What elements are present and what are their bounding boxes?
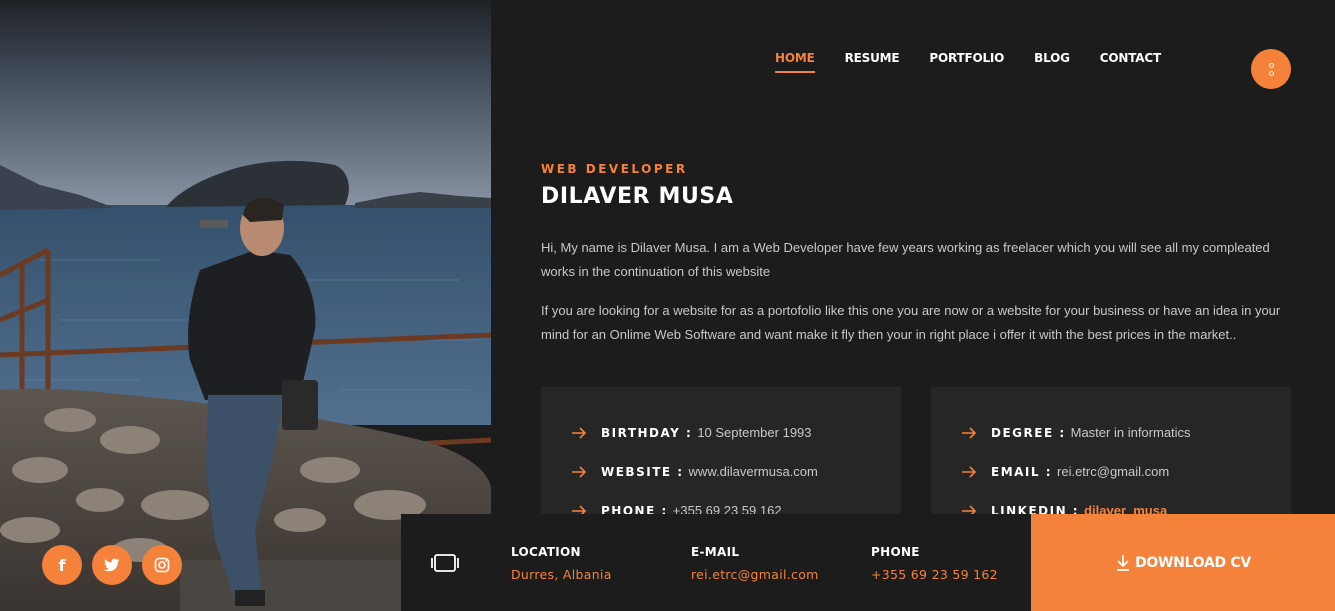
hero-subtitle: WEB DEVELOPER	[541, 162, 688, 176]
location-label: LOCATION	[511, 545, 581, 559]
info-key: DEGREE :	[991, 425, 1066, 440]
instagram-button[interactable]	[142, 545, 182, 585]
phone-value[interactable]: +355 69 23 59 162	[871, 567, 998, 582]
education-info-box: DEGREE : Master in informatics EMAIL : r…	[931, 387, 1291, 527]
info-row-website: WEBSITE : www.dilavermusa.com	[571, 452, 901, 491]
info-row-email: EMAIL : rei.etrc@gmail.com	[961, 452, 1291, 491]
arrow-right-icon	[572, 426, 587, 439]
arrow-right-icon	[962, 426, 977, 439]
info-key: BIRTHDAY :	[601, 425, 693, 440]
download-label: DOWNLOAD CV	[1135, 554, 1251, 571]
location-value: Durres, Albania	[511, 567, 612, 582]
nav-portfolio[interactable]: PORTFOLIO	[929, 51, 1004, 73]
hero-name: DILAVER MUSA	[541, 184, 734, 209]
email-link[interactable]: rei.etrc@gmail.com	[1057, 464, 1169, 479]
personal-info-box: BIRTHDAY : 10 September 1993 WEBSITE : w…	[541, 387, 901, 527]
contact-phone: PHONE +355 69 23 59 162	[871, 545, 998, 582]
contact-location: LOCATION Durres, Albania	[511, 545, 612, 582]
twitter-button[interactable]	[92, 545, 132, 585]
arrow-right-icon	[572, 465, 587, 478]
info-value: Master in informatics	[1070, 425, 1191, 440]
nav-contact[interactable]: CONTACT	[1100, 51, 1161, 73]
instagram-icon	[154, 557, 170, 573]
phone-label: PHONE	[871, 545, 920, 559]
nav-resume[interactable]: RESUME	[845, 51, 900, 73]
twitter-icon	[104, 558, 120, 572]
website-link[interactable]: www.dilavermusa.com	[689, 464, 818, 479]
dot-icon	[1268, 70, 1274, 76]
nav-home[interactable]: HOME	[775, 51, 815, 73]
facebook-button[interactable]: f	[42, 545, 82, 585]
menu-button[interactable]	[1251, 49, 1291, 89]
info-row-degree: DEGREE : Master in informatics	[961, 413, 1291, 452]
contact-bar: LOCATION Durres, Albania E-MAIL rei.etrc…	[401, 514, 1335, 611]
email-value[interactable]: rei.etrc@gmail.com	[691, 567, 819, 582]
arrow-right-icon	[962, 465, 977, 478]
download-icon	[1117, 554, 1130, 571]
info-key: WEBSITE :	[601, 464, 684, 479]
info-row-birthday: BIRTHDAY : 10 September 1993	[571, 413, 901, 452]
facebook-icon: f	[58, 555, 66, 575]
tablet-icon	[431, 554, 459, 572]
contact-email: E-MAIL rei.etrc@gmail.com	[691, 545, 819, 582]
nav-blog[interactable]: BLOG	[1034, 51, 1070, 73]
page: HOME RESUME PORTFOLIO BLOG CONTACT WEB D…	[0, 0, 1335, 611]
intro-paragraph: Hi, My name is Dilaver Musa. I am a Web …	[541, 240, 1270, 279]
info-key: EMAIL :	[991, 464, 1053, 479]
main-nav: HOME RESUME PORTFOLIO BLOG CONTACT	[775, 51, 1161, 73]
download-cv-button[interactable]: DOWNLOAD CV	[1031, 514, 1335, 611]
info-value: 10 September 1993	[697, 425, 812, 440]
offer-paragraph: If you are looking for a website for as …	[541, 303, 1281, 342]
dot-icon	[1268, 62, 1274, 68]
email-label: E-MAIL	[691, 545, 740, 559]
